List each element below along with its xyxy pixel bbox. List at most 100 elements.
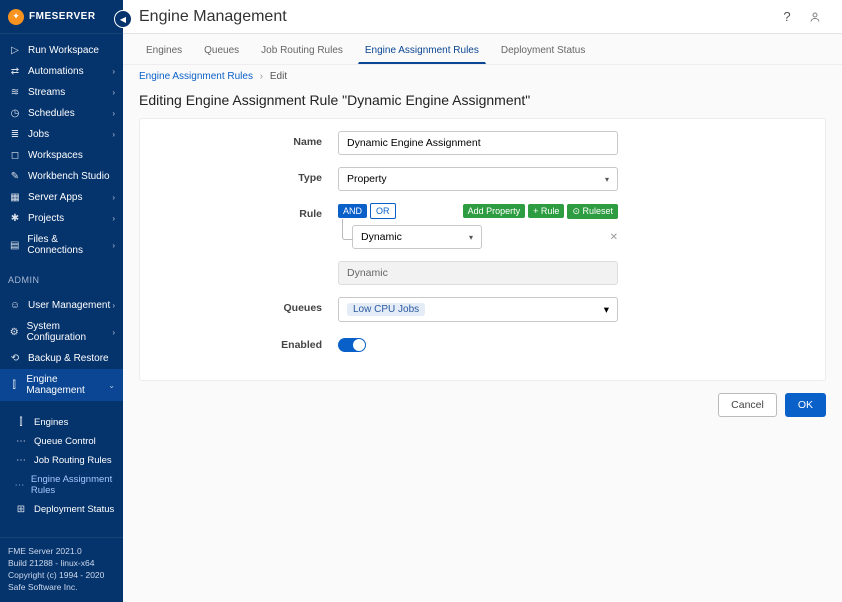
sidebar-item[interactable]: ▷Run Workspace	[0, 40, 123, 61]
sidebar-item[interactable]: ≣Jobs›	[0, 124, 123, 145]
sidebar-item[interactable]: ⫿Engine Management⌄	[0, 369, 123, 401]
sidebar-item[interactable]: ☺User Management›	[0, 295, 123, 316]
queue-chip[interactable]: Low CPU Jobs	[347, 303, 425, 316]
tab[interactable]: Engines	[139, 40, 189, 64]
nav-label: Workspaces	[28, 150, 83, 161]
nav-icon: ◷	[8, 108, 22, 119]
rule-condition-row: Dynamic ▾ ✕	[352, 225, 618, 249]
sidebar-item[interactable]: ⚙System Configuration›	[0, 316, 123, 348]
brand-row: ✦ FMESERVER ◀	[0, 0, 123, 34]
breadcrumb: Engine Assignment Rules › Edit	[123, 65, 842, 88]
nav-label: Projects	[28, 213, 64, 224]
enabled-toggle[interactable]	[338, 338, 366, 352]
nav-icon: ✱	[8, 213, 22, 224]
sidebar-item[interactable]: ⋯ Job Routing Rules	[6, 451, 123, 470]
form-heading: Editing Engine Assignment Rule "Dynamic …	[123, 88, 842, 118]
topbar: Engine Management ?	[123, 0, 842, 34]
sidebar-item[interactable]: ⇄Automations›	[0, 61, 123, 82]
label-queues: Queues	[158, 297, 338, 314]
rule-and-button[interactable]: AND	[338, 204, 367, 218]
nav-sub: ⫿Engines⋯Queue Control⋯Job Routing Rules…	[0, 407, 123, 525]
chevron-icon: ›	[112, 214, 115, 223]
tabs-row: Engines Queues Job Routing Rules Engine Ass…	[123, 34, 842, 65]
nav-label: Workbench Studio	[28, 171, 110, 182]
nav-icon: ▦	[8, 192, 22, 203]
queues-input[interactable]: Low CPU Jobs ▾	[338, 297, 618, 322]
company-line: Safe Software Inc.	[8, 582, 115, 594]
sidebar-item[interactable]: ◻ Workspaces	[0, 145, 123, 166]
label-rule: Rule	[158, 203, 338, 220]
rule-or-button[interactable]: OR	[370, 203, 396, 219]
nav-label: System Configuration	[27, 321, 113, 343]
sidebar-item[interactable]: ▦Server Apps›	[0, 187, 123, 208]
add-rule-button[interactable]: + Rule	[528, 204, 564, 218]
nav-icon: ⇄	[8, 66, 22, 77]
chevron-icon: ›	[112, 241, 115, 250]
breadcrumb-sep: ›	[260, 71, 263, 82]
nav-label: Engines	[34, 417, 68, 428]
label-name: Name	[158, 131, 338, 148]
help-icon[interactable]: ?	[776, 6, 798, 28]
add-ruleset-button[interactable]: ⊙ Ruleset	[567, 204, 618, 219]
sidebar-item[interactable]: ⟲Backup & Restore	[0, 348, 123, 369]
admin-section-label: ADMIN	[0, 267, 123, 289]
remove-condition-icon[interactable]: ✕	[610, 232, 618, 243]
chevron-icon: ⌄	[108, 381, 115, 390]
user-icon[interactable]	[804, 6, 826, 28]
main: Engine Management ? Engines Queues Job Rou…	[123, 0, 842, 602]
nav-icon: ▷	[8, 45, 22, 56]
sidebar-item[interactable]: ◷ Schedules ›	[0, 103, 123, 124]
sidebar-item[interactable]: ✱ Projects ›	[0, 208, 123, 229]
breadcrumb-root[interactable]: Engine Assignment Rules	[139, 71, 253, 82]
nav-icon: ☺	[8, 300, 22, 311]
tab[interactable]: Queues	[197, 40, 246, 64]
tab[interactable]: Deployment Status	[494, 40, 593, 64]
type-select[interactable]: Property ▾	[338, 167, 618, 191]
nav-icon: ⫿	[14, 417, 28, 428]
name-input[interactable]	[338, 131, 618, 155]
row-rule-summary: Dynamic	[158, 261, 807, 285]
page-title: Engine Management	[139, 8, 287, 26]
sidebar-item[interactable]: ⫿ Engines	[6, 413, 123, 432]
sidebar-item[interactable]: ⋯Engine Assignment Rules	[6, 470, 123, 500]
sidebar: ✦ FMESERVER ◀ ▷Run Workspace⇄Automations…	[0, 0, 123, 602]
rule-property-select[interactable]: Dynamic ▾	[352, 225, 482, 249]
sidebar-item[interactable]: ⊞Deployment Status	[6, 500, 123, 519]
sidebar-item[interactable]: ▤Files & Connections›	[0, 229, 123, 261]
logo-icon: ✦	[8, 9, 24, 25]
nav-label: Job Routing Rules	[34, 455, 112, 466]
form-actions: Cancel OK	[123, 381, 842, 429]
breadcrumb-leaf: Edit	[270, 71, 287, 82]
nav-label: Files & Connections	[27, 234, 112, 256]
ok-button[interactable]: OK	[785, 393, 826, 417]
row-rule: Rule AND OR Add Property + Rule ⊙ Rulese…	[158, 203, 807, 249]
nav-icon: ◻	[8, 150, 22, 161]
chevron-icon: ›	[112, 88, 115, 97]
chevron-icon: ›	[112, 67, 115, 76]
nav-label: Streams	[28, 87, 65, 98]
rule-toolbar: AND OR Add Property + Rule ⊙ Ruleset	[338, 203, 618, 219]
tab[interactable]: Job Routing Rules	[254, 40, 350, 64]
sidebar-collapse-button[interactable]: ◀	[114, 10, 132, 28]
sidebar-item[interactable]: ⋯Queue Control	[6, 432, 123, 451]
cancel-button[interactable]: Cancel	[718, 393, 777, 417]
nav-label: Schedules	[28, 108, 75, 119]
sidebar-footer: FME Server 2021.0 Build 21288 - linux-x6…	[0, 537, 123, 602]
brand-text: FMESERVER	[29, 11, 96, 22]
nav-icon: ⊞	[14, 504, 28, 515]
nav-icon: ⋯	[14, 480, 25, 491]
tab[interactable]: Engine Assignment Rules	[358, 40, 486, 64]
chevron-icon: ›	[112, 109, 115, 118]
version-line: FME Server 2021.0	[8, 546, 115, 558]
nav-icon: ⋯	[14, 455, 28, 466]
add-property-button[interactable]: Add Property	[463, 204, 526, 218]
nav-label: Queue Control	[34, 436, 96, 447]
nav-icon: ≋	[8, 87, 22, 98]
chevron-icon: ›	[112, 130, 115, 139]
sidebar-item[interactable]: ✎Workbench Studio	[0, 166, 123, 187]
caret-down-icon: ▾	[604, 304, 609, 316]
nav-label: Server Apps	[28, 192, 82, 203]
type-select-value: Property	[347, 173, 387, 185]
build-line: Build 21288 - linux-x64	[8, 558, 115, 570]
sidebar-item[interactable]: ≋ Streams ›	[0, 82, 123, 103]
